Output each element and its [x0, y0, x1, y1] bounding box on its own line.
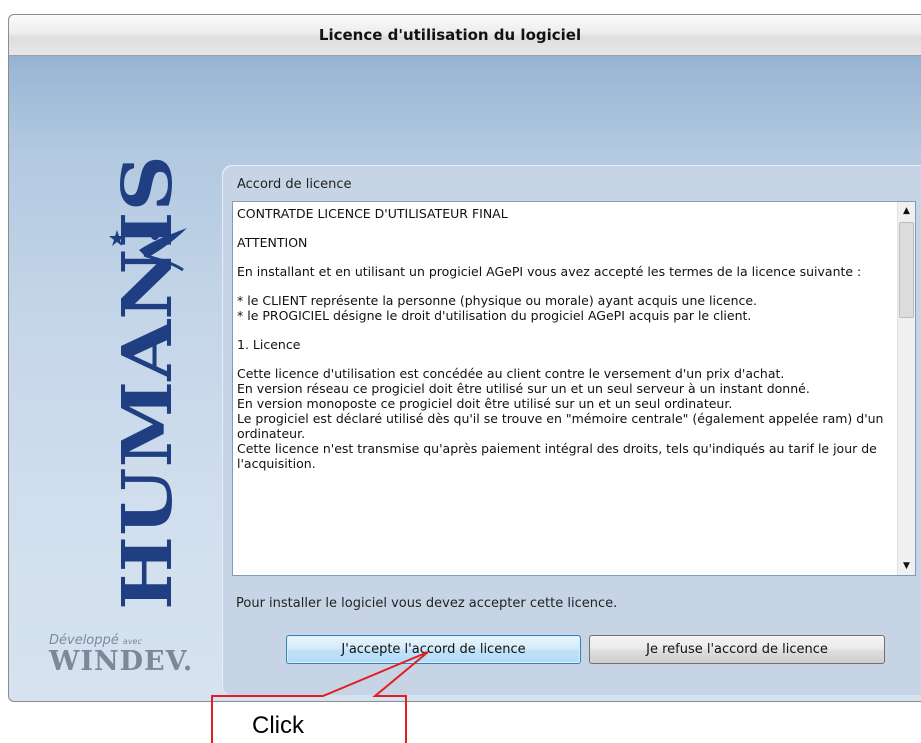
scroll-down-button[interactable]: ▼ [898, 557, 915, 575]
windev-logo: Développé avec WINDEV. [49, 633, 209, 677]
section-line: Cette licence d'utilisation est concédée… [237, 366, 785, 381]
scroll-thumb[interactable] [899, 222, 914, 318]
instruction-text: Pour installer le logiciel vous devez ac… [236, 596, 618, 611]
accept-license-button[interactable]: J'accepte l'accord de licence [286, 635, 581, 664]
definition-progiciel: * le PROGICIEL désigne le droit d'utilis… [237, 308, 752, 323]
license-heading: CONTRATDE LICENCE D'UTILISATEUR FINAL [237, 206, 508, 221]
definition-client: * le CLIENT représente la personne (phys… [237, 293, 758, 308]
license-text-area[interactable]: CONTRATDE LICENCE D'UTILISATEUR FINAL AT… [232, 201, 916, 576]
windev-text: WINDEV. [49, 646, 194, 677]
vertical-scrollbar[interactable]: ▲ ▼ [897, 202, 915, 575]
click-label: Click [252, 712, 304, 739]
star-figure-icon [109, 228, 187, 272]
window-title: Licence d'utilisation du logiciel [318, 26, 582, 44]
down-arrow-icon: ▼ [903, 561, 910, 571]
license-group-label: Accord de licence [237, 177, 352, 192]
refuse-license-button[interactable]: Je refuse l'accord de licence [589, 635, 885, 664]
license-panel: Accord de licence CONTRATDE LICENCE D'UT… [222, 165, 921, 695]
title-bar: Licence d'utilisation du logiciel [9, 15, 921, 56]
license-attention: ATTENTION [237, 235, 308, 250]
license-dialog: Licence d'utilisation du logiciel HUMANI… [8, 14, 921, 702]
section-line: En version monoposte ce progiciel doit ê… [237, 396, 733, 411]
license-intro: En installant et en utilisant un progici… [237, 264, 862, 279]
developer-tag-text: avec [122, 637, 142, 646]
scroll-up-button[interactable]: ▲ [898, 202, 915, 220]
section-line: En version réseau ce progiciel doit être… [237, 381, 810, 396]
section-title: 1. Licence [237, 337, 301, 352]
section-line: Le progiciel est déclaré utilisé dès qu'… [237, 411, 884, 441]
brand-logo: HUMANIS [49, 140, 209, 620]
license-text-content: CONTRATDE LICENCE D'UTILISATEUR FINAL AT… [237, 206, 897, 471]
section-line: Cette licence n'est transmise qu'après p… [237, 441, 877, 471]
up-arrow-icon: ▲ [903, 206, 910, 216]
